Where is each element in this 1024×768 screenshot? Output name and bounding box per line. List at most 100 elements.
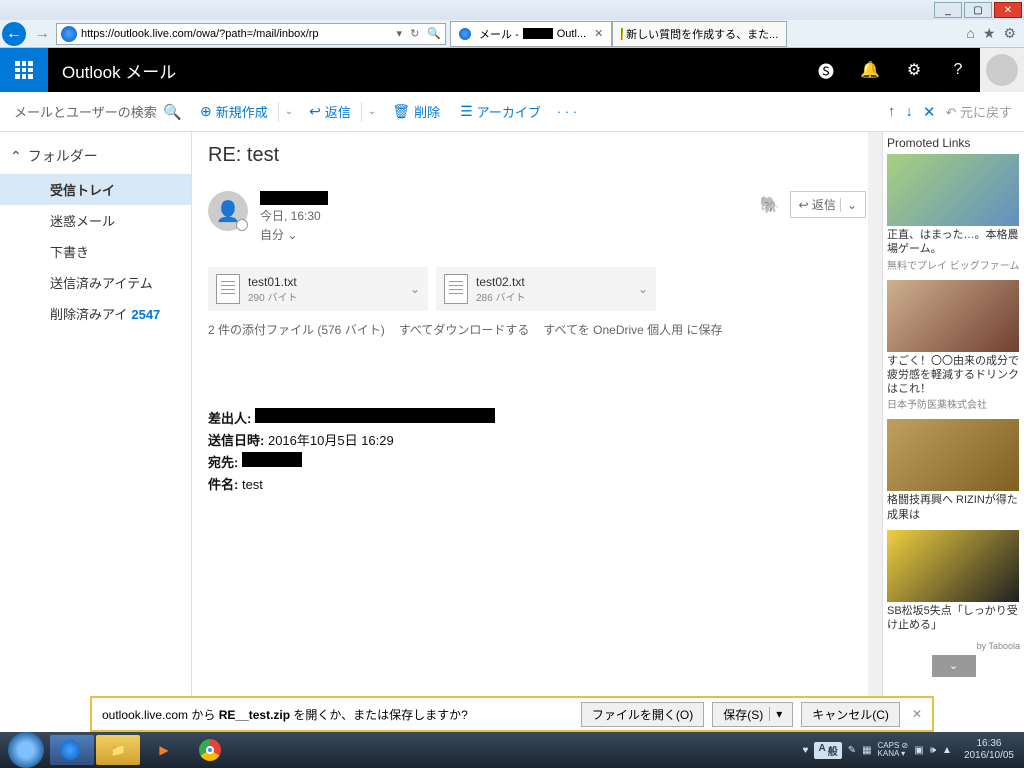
- taskbar-explorer-button[interactable]: 📁: [96, 735, 140, 765]
- ime-tool-icon[interactable]: ✎: [848, 745, 856, 756]
- chevron-down-icon[interactable]: ▾: [769, 707, 782, 721]
- windows-logo-icon: [8, 732, 44, 768]
- chevron-down-icon: ⌄: [840, 198, 857, 212]
- ad-card[interactable]: SB松坂5失点「しっかり受け止める」: [887, 530, 1020, 633]
- attachment-summary: 2 件の添付ファイル (576 バイト) すべてダウンロードする すべてを On…: [208, 321, 866, 338]
- tray-icon[interactable]: ♥: [803, 745, 809, 756]
- scroll-down-button[interactable]: ⌄: [932, 655, 976, 677]
- favicon-ms-icon: [621, 28, 622, 40]
- chevron-down-icon[interactable]: ⌄: [366, 106, 378, 117]
- browser-tabs: メール - Outl... ✕ 新しい質問を作成する、また...: [450, 21, 787, 47]
- taskbar-chrome-button[interactable]: [188, 735, 232, 765]
- ie-logo-icon: [61, 26, 77, 42]
- browser-tab[interactable]: 新しい質問を作成する、また...: [612, 21, 787, 47]
- address-bar[interactable]: https://outlook.live.com/owa/?path=/mail…: [56, 23, 446, 45]
- undo-button[interactable]: ↶ 元に戻す: [945, 102, 1012, 121]
- up-arrow-button[interactable]: ↑: [888, 103, 896, 120]
- taskbar-ie-button[interactable]: [50, 735, 94, 765]
- archive-button[interactable]: ☰アーカイブ: [454, 98, 547, 125]
- save-file-button[interactable]: 保存(S)▾: [712, 702, 793, 727]
- close-message-button[interactable]: ✕: [923, 103, 936, 121]
- taskbar-media-button[interactable]: ▶: [142, 735, 186, 765]
- delete-button[interactable]: 🗑削除: [386, 98, 446, 125]
- download-notification-bar: outlook.live.com から RE__test.zip を開くか、また…: [90, 696, 934, 732]
- folder-sent[interactable]: 送信済みアイテム: [0, 267, 191, 298]
- folder-deleted[interactable]: 削除済みアイ2547: [0, 298, 191, 329]
- tray-icon[interactable]: ▲: [942, 745, 952, 756]
- evernote-icon[interactable]: 🐘: [760, 195, 780, 215]
- stop-icon[interactable]: ▾: [397, 27, 403, 40]
- attachment-card[interactable]: test02.txt286 バイト ⌄: [436, 267, 656, 311]
- ad-card[interactable]: すごく！〇〇由来の成分で疲労感を軽減するドリンクはこれ！日本予防医薬株式会社: [887, 280, 1020, 412]
- ad-attribution[interactable]: by Taboola: [887, 641, 1020, 651]
- chevron-down-icon[interactable]: ⌄: [283, 106, 295, 117]
- ad-image: [887, 280, 1019, 352]
- chevron-down-icon[interactable]: ⌄: [638, 282, 648, 296]
- tab-label-suffix: Outl...: [557, 28, 586, 40]
- avatar-icon: [986, 54, 1018, 86]
- skype-button[interactable]: 🅢: [804, 48, 848, 92]
- search-icon[interactable]: 🔍: [427, 27, 441, 40]
- more-button[interactable]: · · ·: [551, 100, 583, 123]
- ad-image: [887, 154, 1019, 226]
- open-file-button[interactable]: ファイルを開く(O): [581, 702, 704, 727]
- home-icon[interactable]: ⌂: [966, 25, 974, 42]
- start-button[interactable]: [4, 735, 48, 765]
- folder-inbox[interactable]: 受信トレイ: [0, 174, 191, 205]
- main-layout: ⌃フォルダー 受信トレイ 迷惑メール 下書き 送信済みアイテム 削除済みアイ25…: [0, 132, 1024, 716]
- app-launcher-button[interactable]: [0, 48, 48, 92]
- save-onedrive-link[interactable]: すべてを OneDrive 個人用 に保存: [543, 321, 722, 338]
- refresh-icon[interactable]: ↻: [410, 27, 419, 40]
- tab-label: 新しい質問を作成する、また...: [626, 26, 778, 42]
- separator: [361, 102, 362, 122]
- ime-indicator[interactable]: A般: [814, 742, 841, 759]
- attachment-name: test01.txt: [248, 275, 297, 289]
- search-input[interactable]: メールとユーザーの検索 🔍: [6, 98, 190, 126]
- chevron-down-icon[interactable]: ⌄: [410, 282, 420, 296]
- tab-close-icon[interactable]: ✕: [594, 27, 603, 40]
- reply-dropdown-button[interactable]: ↩ 返信⌄: [790, 191, 866, 218]
- down-arrow-button[interactable]: ↓: [905, 103, 913, 120]
- help-button[interactable]: ?: [936, 48, 980, 92]
- profile-button[interactable]: [980, 48, 1024, 92]
- attachment-name: test02.txt: [476, 275, 525, 289]
- reply-icon: ↩: [309, 103, 321, 120]
- cancel-download-button[interactable]: キャンセル(C): [801, 702, 900, 727]
- tray-icon[interactable]: ▣: [914, 745, 923, 756]
- favorites-icon[interactable]: ★: [983, 25, 996, 42]
- window-maximize-button[interactable]: ▢: [964, 2, 992, 18]
- promoted-title: Promoted Links: [887, 136, 1020, 150]
- attachment-size: 286 バイト: [476, 289, 525, 304]
- tray-icon[interactable]: 🕪: [930, 745, 936, 756]
- download-all-link[interactable]: すべてダウンロードする: [399, 321, 530, 338]
- close-notification-button[interactable]: ✕: [912, 707, 922, 721]
- notifications-button[interactable]: 🔔: [848, 48, 892, 92]
- ad-card[interactable]: 格闘技再興へ RIZINが得た成果は: [887, 419, 1020, 522]
- message-recipients[interactable]: 自分 ⌄: [260, 226, 328, 243]
- new-button[interactable]: ⊕新規作成: [194, 98, 274, 125]
- nav-forward-button[interactable]: →: [28, 22, 56, 46]
- search-placeholder: メールとユーザーの検索: [14, 102, 157, 121]
- system-tray: ♥ A般 ✎ ▦ CAPS ⊘KANA ▾ ▣ 🕪 ▲ 16:362016/10…: [803, 738, 1020, 762]
- window-close-button[interactable]: ✕: [994, 2, 1022, 18]
- address-bar-buttons: ▾ ↻ 🔍: [397, 27, 441, 40]
- window-minimize-button[interactable]: _: [934, 2, 962, 18]
- attachment-card[interactable]: test01.txt290 バイト ⌄: [208, 267, 428, 311]
- ad-card[interactable]: 正直、はまった…。本格農場ゲーム。無料でプレイ ビッグファーム: [887, 154, 1020, 272]
- tools-icon[interactable]: ⚙: [1003, 25, 1016, 42]
- nav-back-button[interactable]: ←: [2, 22, 26, 46]
- folders-header[interactable]: ⌃フォルダー: [0, 142, 191, 170]
- message-body: 差出人: 送信日時: 2016年10月5日 16:29 宛先: 件名: test: [208, 408, 866, 496]
- folder-junk[interactable]: 迷惑メール: [0, 205, 191, 236]
- search-icon[interactable]: 🔍: [163, 103, 182, 121]
- reply-button[interactable]: ↩返信: [303, 98, 357, 125]
- folder-count: 2547: [131, 307, 160, 322]
- browser-tab-active[interactable]: メール - Outl... ✕: [450, 21, 612, 47]
- scrollbar[interactable]: [868, 132, 882, 716]
- folder-drafts[interactable]: 下書き: [0, 236, 191, 267]
- settings-button[interactable]: ⚙: [892, 48, 936, 92]
- outlook-header: Outlook メール 🅢 🔔 ⚙ ?: [0, 48, 1024, 92]
- ime-pad-icon[interactable]: ▦: [862, 745, 871, 756]
- chevron-up-icon: ⌃: [10, 148, 22, 165]
- taskbar-clock[interactable]: 16:362016/10/05: [958, 738, 1020, 762]
